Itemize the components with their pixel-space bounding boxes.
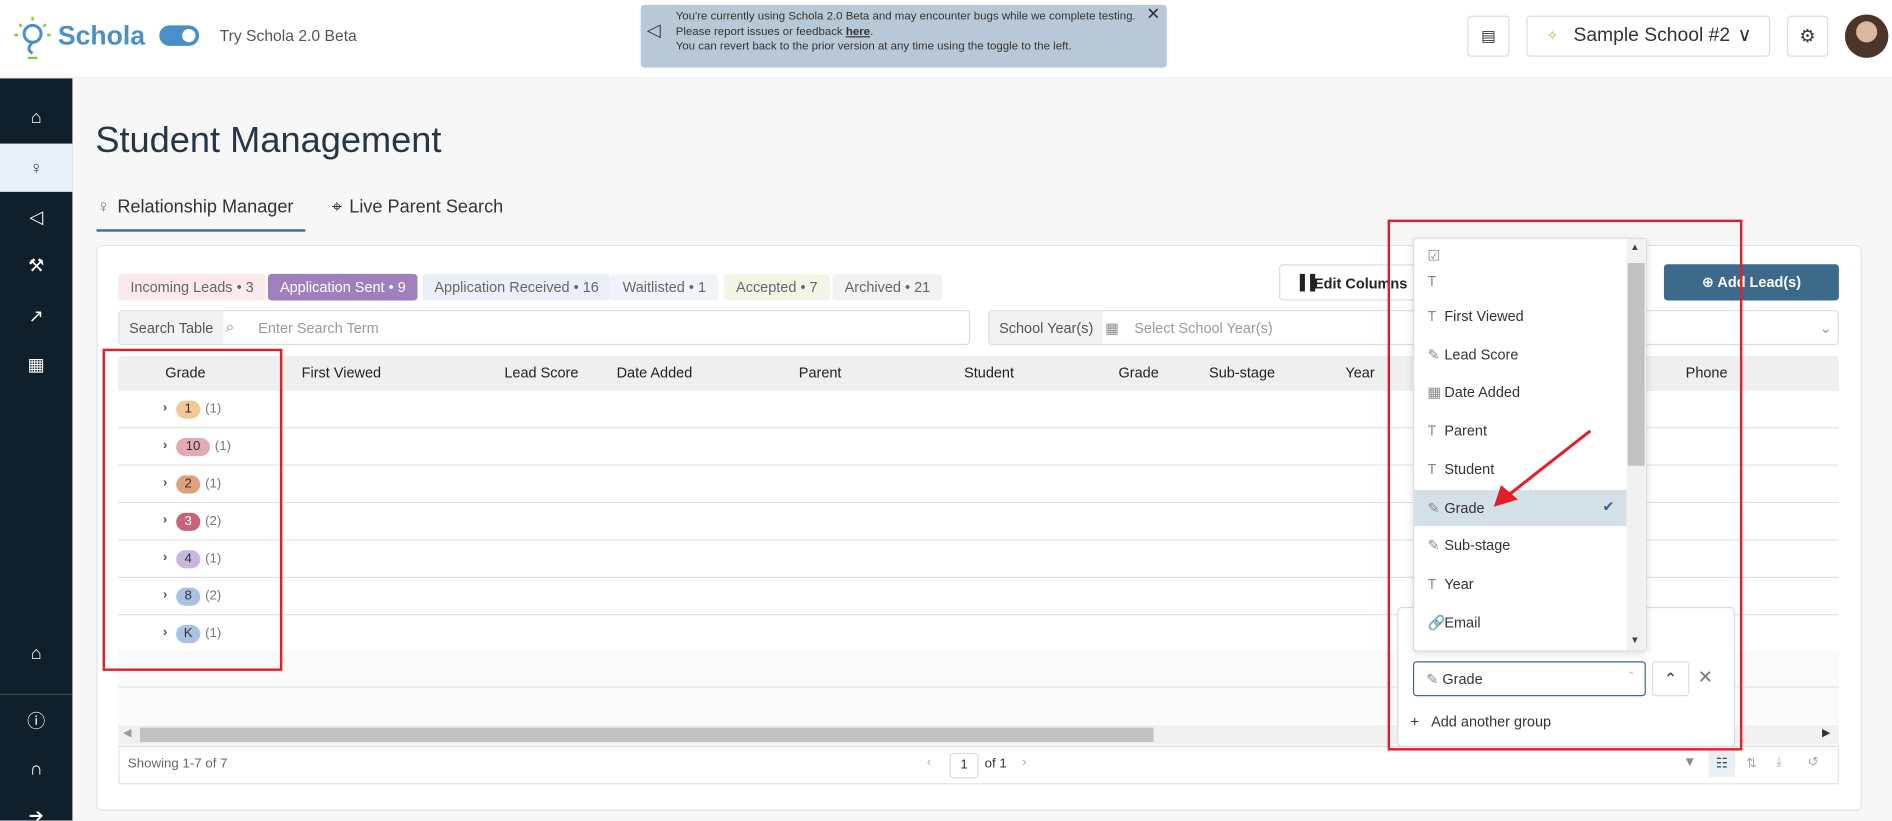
search-input[interactable]: Enter Search Term (258, 320, 378, 337)
scroll-left-icon[interactable]: ◀ (123, 726, 131, 739)
col-lead-score[interactable]: Lead Score (504, 364, 578, 381)
beta-toggle[interactable] (159, 25, 200, 46)
col-first-viewed[interactable]: First Viewed (302, 364, 381, 381)
annotation-box-grade-column (102, 348, 283, 671)
columns-icon: ▐▐ (1294, 273, 1316, 291)
stage-waitlisted[interactable]: Waitlisted • 1 (610, 273, 719, 301)
school-icon[interactable]: ⌂ (0, 629, 72, 677)
search-field[interactable]: Search Table ⌕ Enter Search Term (118, 310, 971, 346)
banner-line-2: Please report issues or feedback (675, 24, 846, 39)
scroll-right-icon[interactable]: ▶ (1822, 726, 1830, 739)
prev-page-icon[interactable]: ‹ (927, 755, 931, 769)
beta-label: Try Schola 2.0 Beta (219, 26, 357, 45)
banner-line-3: You can revert back to the prior version… (675, 39, 1072, 54)
col-grade[interactable]: Grade (1119, 364, 1159, 381)
calendar-icon: ▦ (1105, 319, 1119, 337)
schola-logo-icon (14, 16, 51, 60)
scrollbar-thumb[interactable] (139, 727, 1154, 743)
tab-label: Live Parent Search (349, 196, 504, 218)
school-icon: ✧ (1546, 28, 1559, 44)
school-year-label: School Year(s) (989, 311, 1103, 344)
search-icon: ⌕ (225, 317, 235, 336)
logout-icon[interactable]: ➔ (0, 792, 72, 820)
banner-punct: . (870, 24, 874, 39)
school-year-select[interactable]: Select School Year(s) (1134, 320, 1272, 337)
relationship-icon: ♀ (96, 196, 111, 218)
showing-count: Showing 1-7 of 7 (127, 756, 228, 772)
school-selector[interactable]: ✧ Sample School #2 ∨ (1526, 15, 1771, 57)
col-parent[interactable]: Parent (799, 364, 842, 381)
sort-icon[interactable]: ⇅ (1746, 755, 1757, 771)
school-name: Sample School #2 (1573, 25, 1731, 46)
stage-application-received[interactable]: Application Received • 16 (422, 273, 611, 301)
search-label: Search Table (119, 311, 224, 344)
col-year[interactable]: Year (1345, 364, 1374, 381)
col-sub-stage[interactable]: Sub-stage (1209, 364, 1275, 381)
banner-line-1: You're currently using Schola 2.0 Beta a… (675, 9, 1136, 23)
close-icon[interactable]: ✕ (1146, 5, 1160, 21)
stage-accepted[interactable]: Accepted • 7 (723, 273, 830, 301)
chat-icon: ▤ (1480, 26, 1496, 45)
settings-button[interactable]: ⚙ (1787, 15, 1829, 57)
chart-icon[interactable]: ↗ (0, 292, 72, 340)
chevron-down-icon: ∨ (1737, 25, 1752, 46)
stage-application-sent[interactable]: Application Sent • 9 (267, 273, 418, 301)
home-icon[interactable]: ⌂ (0, 93, 72, 141)
sidebar: ⌂ ♀ ◁ ⚒ ↗ ▦ ⌂ ⓘ ∩ ➔ (0, 78, 73, 821)
tab-live-parent-search[interactable]: ⌖ Live Parent Search (332, 197, 503, 218)
sidebar-divider (0, 693, 73, 696)
headset-icon[interactable]: ∩ (0, 744, 72, 792)
stage-incoming-leads[interactable]: Incoming Leads • 3 (118, 273, 266, 301)
group-icon[interactable]: ☷ (1708, 750, 1736, 778)
next-page-icon[interactable]: › (1022, 755, 1026, 769)
calendar-icon[interactable]: ▦ (0, 340, 72, 388)
col-student[interactable]: Student (964, 364, 1014, 381)
page-title: Student Management (95, 120, 442, 161)
brand-name: Schola (57, 20, 145, 51)
beta-banner: ◁ You're currently using Schola 2.0 Beta… (640, 4, 1167, 68)
user-avatar[interactable] (1844, 14, 1889, 58)
chat-button[interactable]: ▤ (1467, 15, 1510, 57)
col-date-added[interactable]: Date Added (617, 364, 693, 381)
megaphone-icon: ◁ (646, 20, 661, 42)
tab-label: Relationship Manager (117, 196, 294, 218)
crosshair-icon: ⌖ (331, 196, 343, 218)
download-icon[interactable]: ⤓ (1776, 755, 1782, 771)
page-input[interactable]: 1 (949, 752, 979, 779)
info-icon[interactable]: ⓘ (0, 696, 72, 744)
feedback-link[interactable]: here (846, 25, 870, 38)
megaphone-icon[interactable]: ◁ (0, 193, 72, 241)
page-total: of 1 (984, 756, 1007, 772)
annotation-arrow-icon (1493, 429, 1592, 507)
stage-archived[interactable]: Archived • 21 (832, 273, 943, 301)
wrench-icon[interactable]: ⚒ (0, 241, 72, 289)
filter-icon[interactable]: ▼ (1683, 755, 1696, 769)
relationship-icon[interactable]: ♀ (0, 143, 73, 192)
reset-icon[interactable]: ↺ (1808, 754, 1819, 769)
gear-icon: ⚙ (1799, 26, 1816, 48)
tab-relationship-manager[interactable]: ♀ Relationship Manager (97, 197, 294, 218)
active-tab-underline (96, 229, 306, 232)
chevron-down-icon: ⌄ (1819, 319, 1832, 337)
